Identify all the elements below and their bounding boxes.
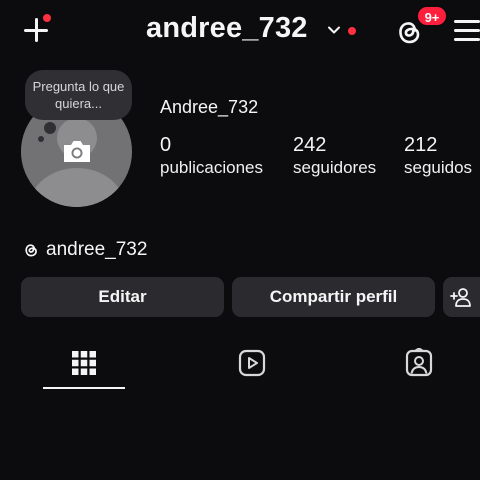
grid-icon [72, 351, 96, 375]
hamburger-icon [454, 20, 480, 23]
add-person-icon [450, 288, 471, 307]
note-bubble[interactable]: Pregunta lo que quiera... [25, 70, 132, 120]
create-button[interactable] [22, 14, 52, 46]
account-notification-dot [348, 27, 356, 35]
followers-label[interactable]: seguidores [293, 158, 376, 178]
followers-count[interactable]: 242 [293, 134, 326, 157]
following-count[interactable]: 212 [404, 134, 437, 157]
note-bubble-tail [44, 122, 56, 134]
threads-handle-text: andree_732 [46, 239, 148, 260]
threads-icon [25, 244, 37, 257]
following-label[interactable]: seguidos [404, 158, 472, 178]
share-profile-button[interactable]: Compartir perfil [232, 277, 435, 317]
discover-people-button[interactable] [443, 277, 480, 317]
active-tab-indicator [43, 387, 125, 389]
camera-icon [64, 141, 90, 162]
posts-label[interactable]: publicaciones [160, 158, 263, 178]
tab-tagged[interactable] [399, 343, 439, 383]
menu-button[interactable] [454, 20, 480, 42]
posts-count[interactable]: 0 [160, 134, 171, 157]
tagged-icon [405, 348, 433, 377]
chevron-down-icon[interactable] [326, 22, 342, 38]
display-name: Andree_732 [160, 97, 259, 117]
tab-posts-grid[interactable] [64, 343, 104, 383]
reels-icon [238, 349, 266, 377]
threads-profile-link[interactable]: andree_732 [22, 237, 147, 263]
create-notification-dot [43, 14, 51, 22]
tab-reels[interactable] [232, 343, 272, 383]
edit-profile-button[interactable]: Editar [21, 277, 224, 317]
account-switcher-username[interactable]: andree_732 [146, 12, 308, 45]
notification-badge: 9+ [416, 5, 448, 27]
